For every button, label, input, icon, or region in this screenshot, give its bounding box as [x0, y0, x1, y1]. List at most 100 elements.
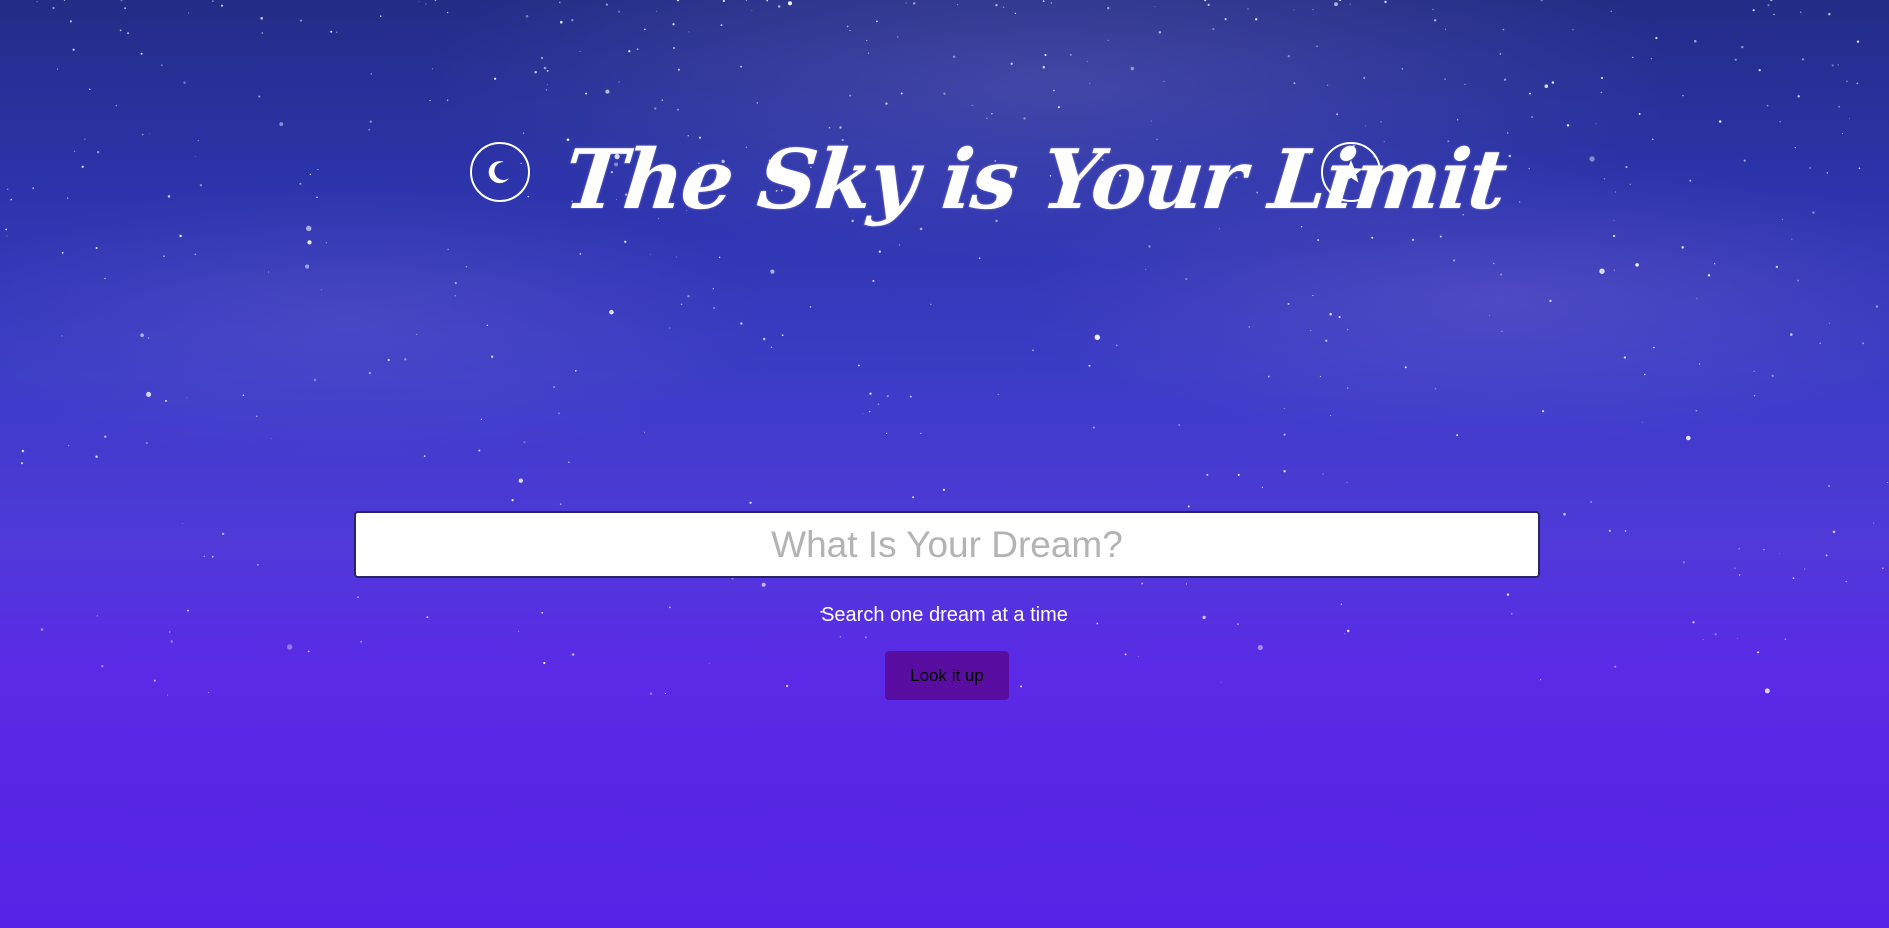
star-dot — [553, 386, 555, 388]
star-dot — [101, 665, 104, 668]
star-dot — [1828, 322, 1830, 324]
star-dot — [1775, 265, 1779, 269]
star-dot — [454, 294, 457, 297]
star-dot — [909, 395, 912, 398]
star-dot — [656, 10, 658, 12]
star-dot — [1124, 653, 1127, 656]
star-dot — [1464, 83, 1466, 86]
star-dot — [1347, 387, 1349, 389]
star-dot — [1506, 593, 1510, 596]
star-dot — [1349, 3, 1351, 5]
star-dot — [305, 264, 310, 269]
star-dot — [465, 266, 467, 268]
star-dot — [415, 333, 418, 336]
star-dot — [688, 31, 690, 33]
star-dot — [680, 303, 683, 306]
star-dot — [546, 70, 549, 72]
star-dot — [1287, 55, 1290, 58]
star-dot — [1549, 299, 1552, 303]
star-dot — [1088, 364, 1091, 367]
dream-search-input[interactable] — [354, 511, 1540, 578]
star-dot — [1086, 61, 1088, 63]
star-dot — [571, 653, 575, 656]
star-dot — [1599, 268, 1605, 274]
star-dot — [203, 555, 205, 557]
star-dot — [486, 324, 488, 326]
star-dot — [454, 281, 457, 285]
star-dot — [1551, 81, 1555, 84]
star-dot — [952, 55, 956, 59]
star-dot — [517, 630, 520, 633]
star-dot — [672, 46, 676, 50]
star-dot — [740, 322, 743, 325]
moon-icon-glyph — [488, 161, 509, 184]
star-dot — [1178, 424, 1180, 426]
star-dot — [72, 48, 75, 51]
star-dot — [1401, 68, 1404, 70]
header: The Sky is Your Limit — [0, 95, 1889, 265]
star-dot — [1010, 62, 1013, 65]
star-dot — [1686, 435, 1691, 441]
look-it-up-button[interactable]: Look it up — [885, 651, 1009, 700]
star-dot — [119, 29, 122, 32]
star-dot — [849, 30, 851, 31]
star-dot — [920, 432, 922, 435]
star-dot — [1741, 45, 1744, 49]
star-dot — [1632, 56, 1634, 58]
star-dot — [287, 644, 293, 650]
star-dot — [1261, 486, 1263, 488]
star-dot — [1445, 28, 1446, 30]
star-dot — [913, 2, 916, 5]
star-dot — [1784, 638, 1787, 640]
star-dot — [1089, 82, 1091, 84]
star-dot — [605, 89, 610, 94]
star-dot — [21, 449, 25, 453]
star-dot — [1329, 312, 1332, 316]
star-dot — [1800, 11, 1802, 13]
star-dot — [1801, 58, 1805, 61]
star-dot — [1650, 57, 1653, 60]
star-dot — [242, 394, 245, 396]
star-dot — [168, 631, 171, 633]
star-dot — [1343, 633, 1345, 635]
star-dot — [1212, 28, 1215, 31]
star-dot — [95, 455, 98, 458]
star-dot — [781, 334, 784, 337]
star-dot — [1042, 0, 1045, 2]
star-dot — [1069, 53, 1072, 56]
star-dot — [490, 355, 494, 358]
star-dot — [579, 50, 581, 52]
star-dot — [432, 68, 434, 70]
star-dot — [370, 73, 373, 75]
star-dot — [67, 444, 70, 447]
star-dot — [1825, 554, 1828, 557]
star-dot — [1339, 0, 1342, 2]
star-dot — [568, 461, 570, 464]
star-dot — [905, 2, 907, 4]
star-dot — [379, 15, 382, 17]
star-dot — [257, 564, 259, 566]
star-dot — [36, 1, 38, 3]
star-dot — [745, 0, 748, 1]
star-dot — [52, 6, 55, 10]
star-dot — [611, 311, 614, 314]
star-dot — [211, 555, 214, 558]
star-dot — [864, 636, 867, 639]
star-dot — [1206, 473, 1209, 476]
star-dot — [866, 39, 868, 42]
star-dot — [1163, 80, 1165, 82]
star-dot — [1130, 66, 1134, 71]
star-dot — [1862, 342, 1865, 345]
star-dot — [525, 15, 529, 18]
star-dot — [1702, 638, 1704, 640]
star-dot — [1014, 12, 1017, 15]
star-dot — [636, 48, 639, 51]
star-dot — [1346, 481, 1348, 483]
star-dot — [722, 0, 725, 3]
star-dot — [434, 0, 437, 2]
star-dot — [787, 1, 793, 6]
star-dot — [609, 309, 614, 315]
star-dot — [1828, 12, 1831, 16]
star-dot — [425, 3, 427, 5]
star-dot — [357, 596, 359, 599]
